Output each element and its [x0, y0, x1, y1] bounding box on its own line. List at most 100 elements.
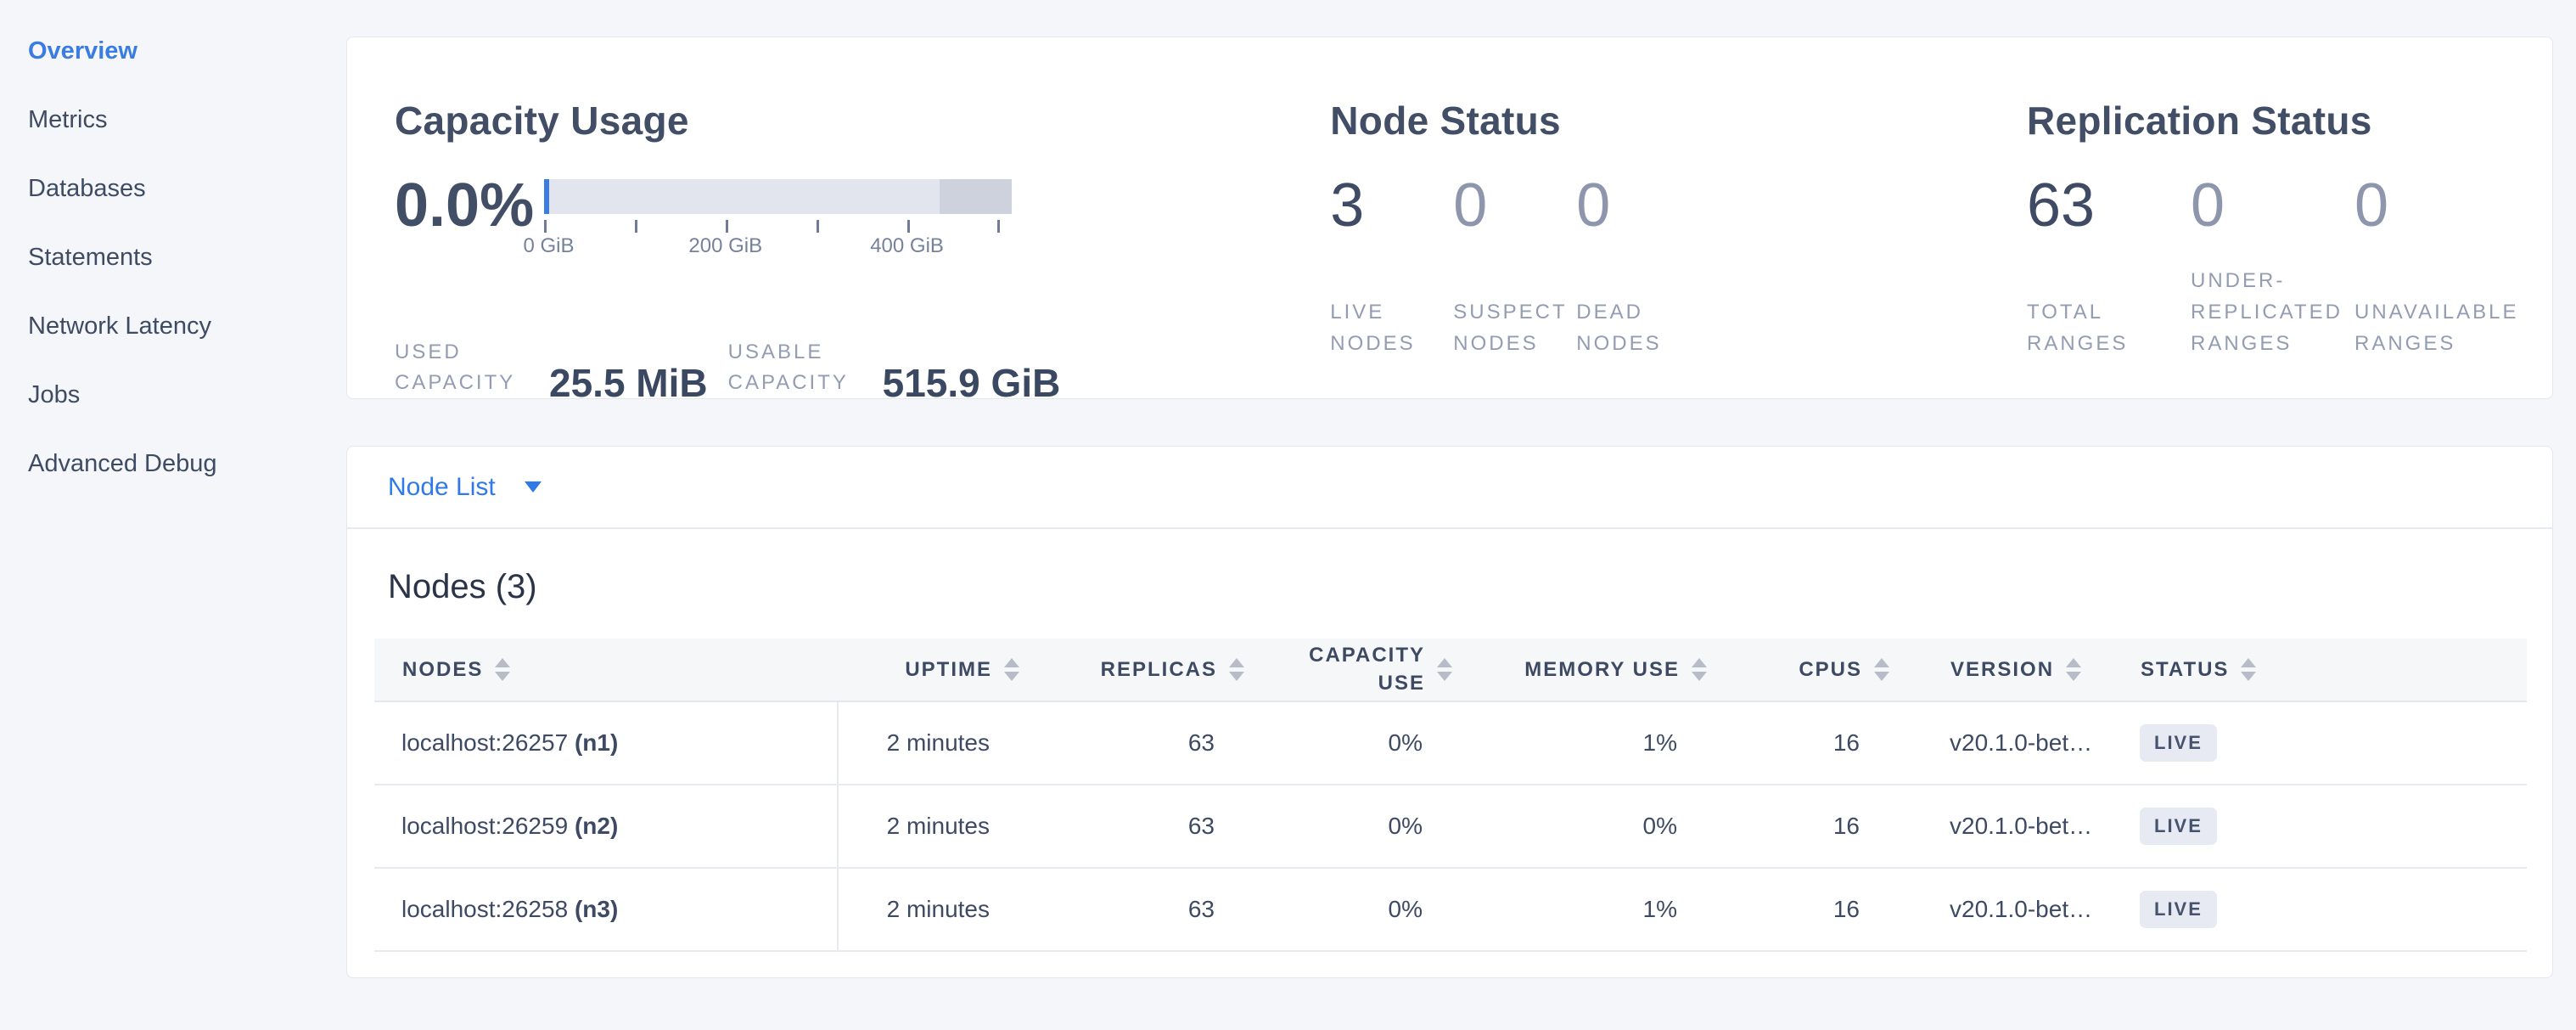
memory-use-cell: 1%	[1453, 868, 1708, 951]
used-capacity-stat: USED CAPACITY 25.5 MiB	[395, 337, 708, 398]
axis-label-400gib: 400 GiB	[870, 234, 944, 258]
sidebar-item-metrics[interactable]: Metrics	[0, 86, 346, 155]
column-header-status[interactable]: STATUS	[2102, 639, 2527, 701]
capacity-usage-title: Capacity Usage	[395, 97, 1330, 146]
suspect-nodes-label: SUSPECT NODES	[1453, 296, 1576, 359]
capacity-use-cell: 0%	[1245, 701, 1453, 785]
status-cell: LIVE	[2102, 701, 2527, 785]
cpus-cell: 16	[1708, 868, 1890, 951]
uptime-cell: 2 minutes	[838, 785, 1020, 868]
memory-use-cell: 1%	[1453, 701, 1708, 785]
dead-nodes-label: DEAD NODES	[1576, 296, 1699, 359]
nodes-table: NODES UPTIME REPLICAS CAPACITY USE MEMOR	[374, 639, 2527, 952]
suspect-nodes-value: 0	[1453, 175, 1576, 237]
capacity-gauge-axis-labels: 0 GiB 200 GiB 400 GiB	[544, 234, 1012, 262]
main-content: Capacity Usage 0.0%	[346, 37, 2553, 978]
status-cell: LIVE	[2102, 785, 2527, 868]
usable-capacity-stat: USABLE CAPACITY 515.9 GiB	[728, 337, 1061, 398]
sort-icon	[495, 658, 510, 681]
status-cell: LIVE	[2102, 868, 2527, 951]
sort-icon	[1437, 658, 1452, 681]
column-header-nodes[interactable]: NODES	[374, 639, 838, 701]
column-header-memory-use-label: MEMORY USE	[1524, 658, 1680, 682]
suspect-nodes-stat: 0 SUSPECT NODES	[1453, 175, 1576, 360]
capacity-gauge-ticks	[544, 214, 1012, 234]
capacity-use-cell: 0%	[1245, 785, 1453, 868]
version-cell: v20.1.0-bet…	[1890, 868, 2102, 951]
column-header-status-label: STATUS	[2141, 658, 2229, 682]
replication-status-title: Replication Status	[2027, 97, 2518, 146]
node-address-cell[interactable]: localhost:26258 (n3)	[374, 868, 838, 951]
capacity-used-percent: 0.0%	[395, 175, 544, 262]
cpus-cell: 16	[1708, 785, 1890, 868]
sort-icon	[1874, 658, 1889, 681]
node-list-dropdown[interactable]: Node List	[388, 473, 542, 502]
sort-icon	[1004, 658, 1019, 681]
capacity-gauge: 0 GiB 200 GiB 400 GiB	[544, 179, 1012, 262]
status-badge: LIVE	[2140, 808, 2217, 845]
column-header-nodes-label: NODES	[402, 658, 483, 682]
total-ranges-value: 63	[2027, 175, 2191, 237]
sidebar: Overview Metrics Databases Statements Ne…	[0, 0, 346, 1030]
column-header-capacity-use[interactable]: CAPACITY USE	[1245, 639, 1453, 701]
sidebar-item-databases[interactable]: Databases	[0, 155, 346, 223]
node-list-dropdown-label: Node List	[388, 473, 496, 502]
live-nodes-label: LIVE NODES	[1330, 296, 1453, 359]
node-address-cell[interactable]: localhost:26259 (n2)	[374, 785, 838, 868]
usable-capacity-value: 515.9 GiB	[883, 363, 1061, 402]
under-replicated-ranges-value: 0	[2191, 175, 2354, 237]
axis-label-0gib: 0 GiB	[523, 234, 574, 258]
column-header-cpus[interactable]: CPUS	[1708, 639, 1890, 701]
sort-icon	[1692, 658, 1707, 681]
total-ranges-label: TOTAL RANGES	[2027, 296, 2191, 359]
column-header-uptime[interactable]: UPTIME	[838, 639, 1020, 701]
usable-capacity-label: USABLE CAPACITY	[728, 337, 867, 398]
column-header-memory-use[interactable]: MEMORY USE	[1453, 639, 1708, 701]
live-nodes-value: 3	[1330, 175, 1453, 237]
memory-use-cell: 0%	[1453, 785, 1708, 868]
node-address-cell[interactable]: localhost:26257 (n1)	[374, 701, 838, 785]
sidebar-item-overview[interactable]: Overview	[0, 17, 346, 86]
used-capacity-value: 25.5 MiB	[549, 363, 708, 402]
nodes-table-body: localhost:26257 (n1) 2 minutes 63 0% 1% …	[374, 701, 2527, 951]
node-status-title: Node Status	[1330, 97, 2027, 146]
replicas-cell: 63	[1020, 701, 1245, 785]
nodes-table-wrap: NODES UPTIME REPLICAS CAPACITY USE MEMOR	[374, 639, 2525, 952]
uptime-cell: 2 minutes	[838, 701, 1020, 785]
capacity-use-cell: 0%	[1245, 868, 1453, 951]
column-header-version[interactable]: VERSION	[1890, 639, 2102, 701]
live-nodes-stat: 3 LIVE NODES	[1330, 175, 1453, 360]
axis-label-200gib: 200 GiB	[688, 234, 762, 258]
column-header-uptime-label: UPTIME	[905, 658, 992, 682]
chevron-down-icon	[525, 481, 542, 492]
unavailable-ranges-label: UNAVAILABLE RANGES	[2354, 296, 2518, 359]
table-row[interactable]: localhost:26258 (n3) 2 minutes 63 0% 1% …	[374, 868, 2527, 951]
sidebar-item-statements[interactable]: Statements	[0, 223, 346, 292]
table-row[interactable]: localhost:26257 (n1) 2 minutes 63 0% 1% …	[374, 701, 2527, 785]
nodes-heading: Nodes (3)	[388, 568, 2552, 606]
column-header-replicas[interactable]: REPLICAS	[1020, 639, 1245, 701]
replicas-cell: 63	[1020, 785, 1245, 868]
status-badge: LIVE	[2140, 891, 2217, 928]
version-cell: v20.1.0-bet…	[1890, 785, 2102, 868]
replicas-cell: 63	[1020, 868, 1245, 951]
dead-nodes-stat: 0 DEAD NODES	[1576, 175, 1699, 360]
node-list-card: Node List Nodes (3) NODES UPTIME	[346, 446, 2553, 978]
sort-icon	[1229, 658, 1244, 681]
view-selector-row: Node List	[347, 447, 2552, 529]
sidebar-item-advanced-debug[interactable]: Advanced Debug	[0, 430, 346, 498]
table-row[interactable]: localhost:26259 (n2) 2 minutes 63 0% 0% …	[374, 785, 2527, 868]
capacity-gauge-track	[544, 179, 1012, 214]
node-status-section: Node Status 3 LIVE NODES 0 SUSPECT NODES…	[1330, 97, 2027, 398]
sort-icon	[2241, 658, 2256, 681]
capacity-gauge-reserved-bar	[940, 179, 1012, 214]
column-header-cpus-label: CPUS	[1799, 658, 1862, 682]
dead-nodes-value: 0	[1576, 175, 1699, 237]
total-ranges-stat: 63 TOTAL RANGES	[2027, 175, 2191, 360]
sidebar-item-jobs[interactable]: Jobs	[0, 361, 346, 430]
used-capacity-label: USED CAPACITY	[395, 337, 534, 398]
under-replicated-ranges-label: UNDER-REPLICATED RANGES	[2191, 265, 2354, 360]
uptime-cell: 2 minutes	[838, 868, 1020, 951]
sidebar-item-network-latency[interactable]: Network Latency	[0, 292, 346, 361]
unavailable-ranges-stat: 0 UNAVAILABLE RANGES	[2354, 175, 2518, 360]
